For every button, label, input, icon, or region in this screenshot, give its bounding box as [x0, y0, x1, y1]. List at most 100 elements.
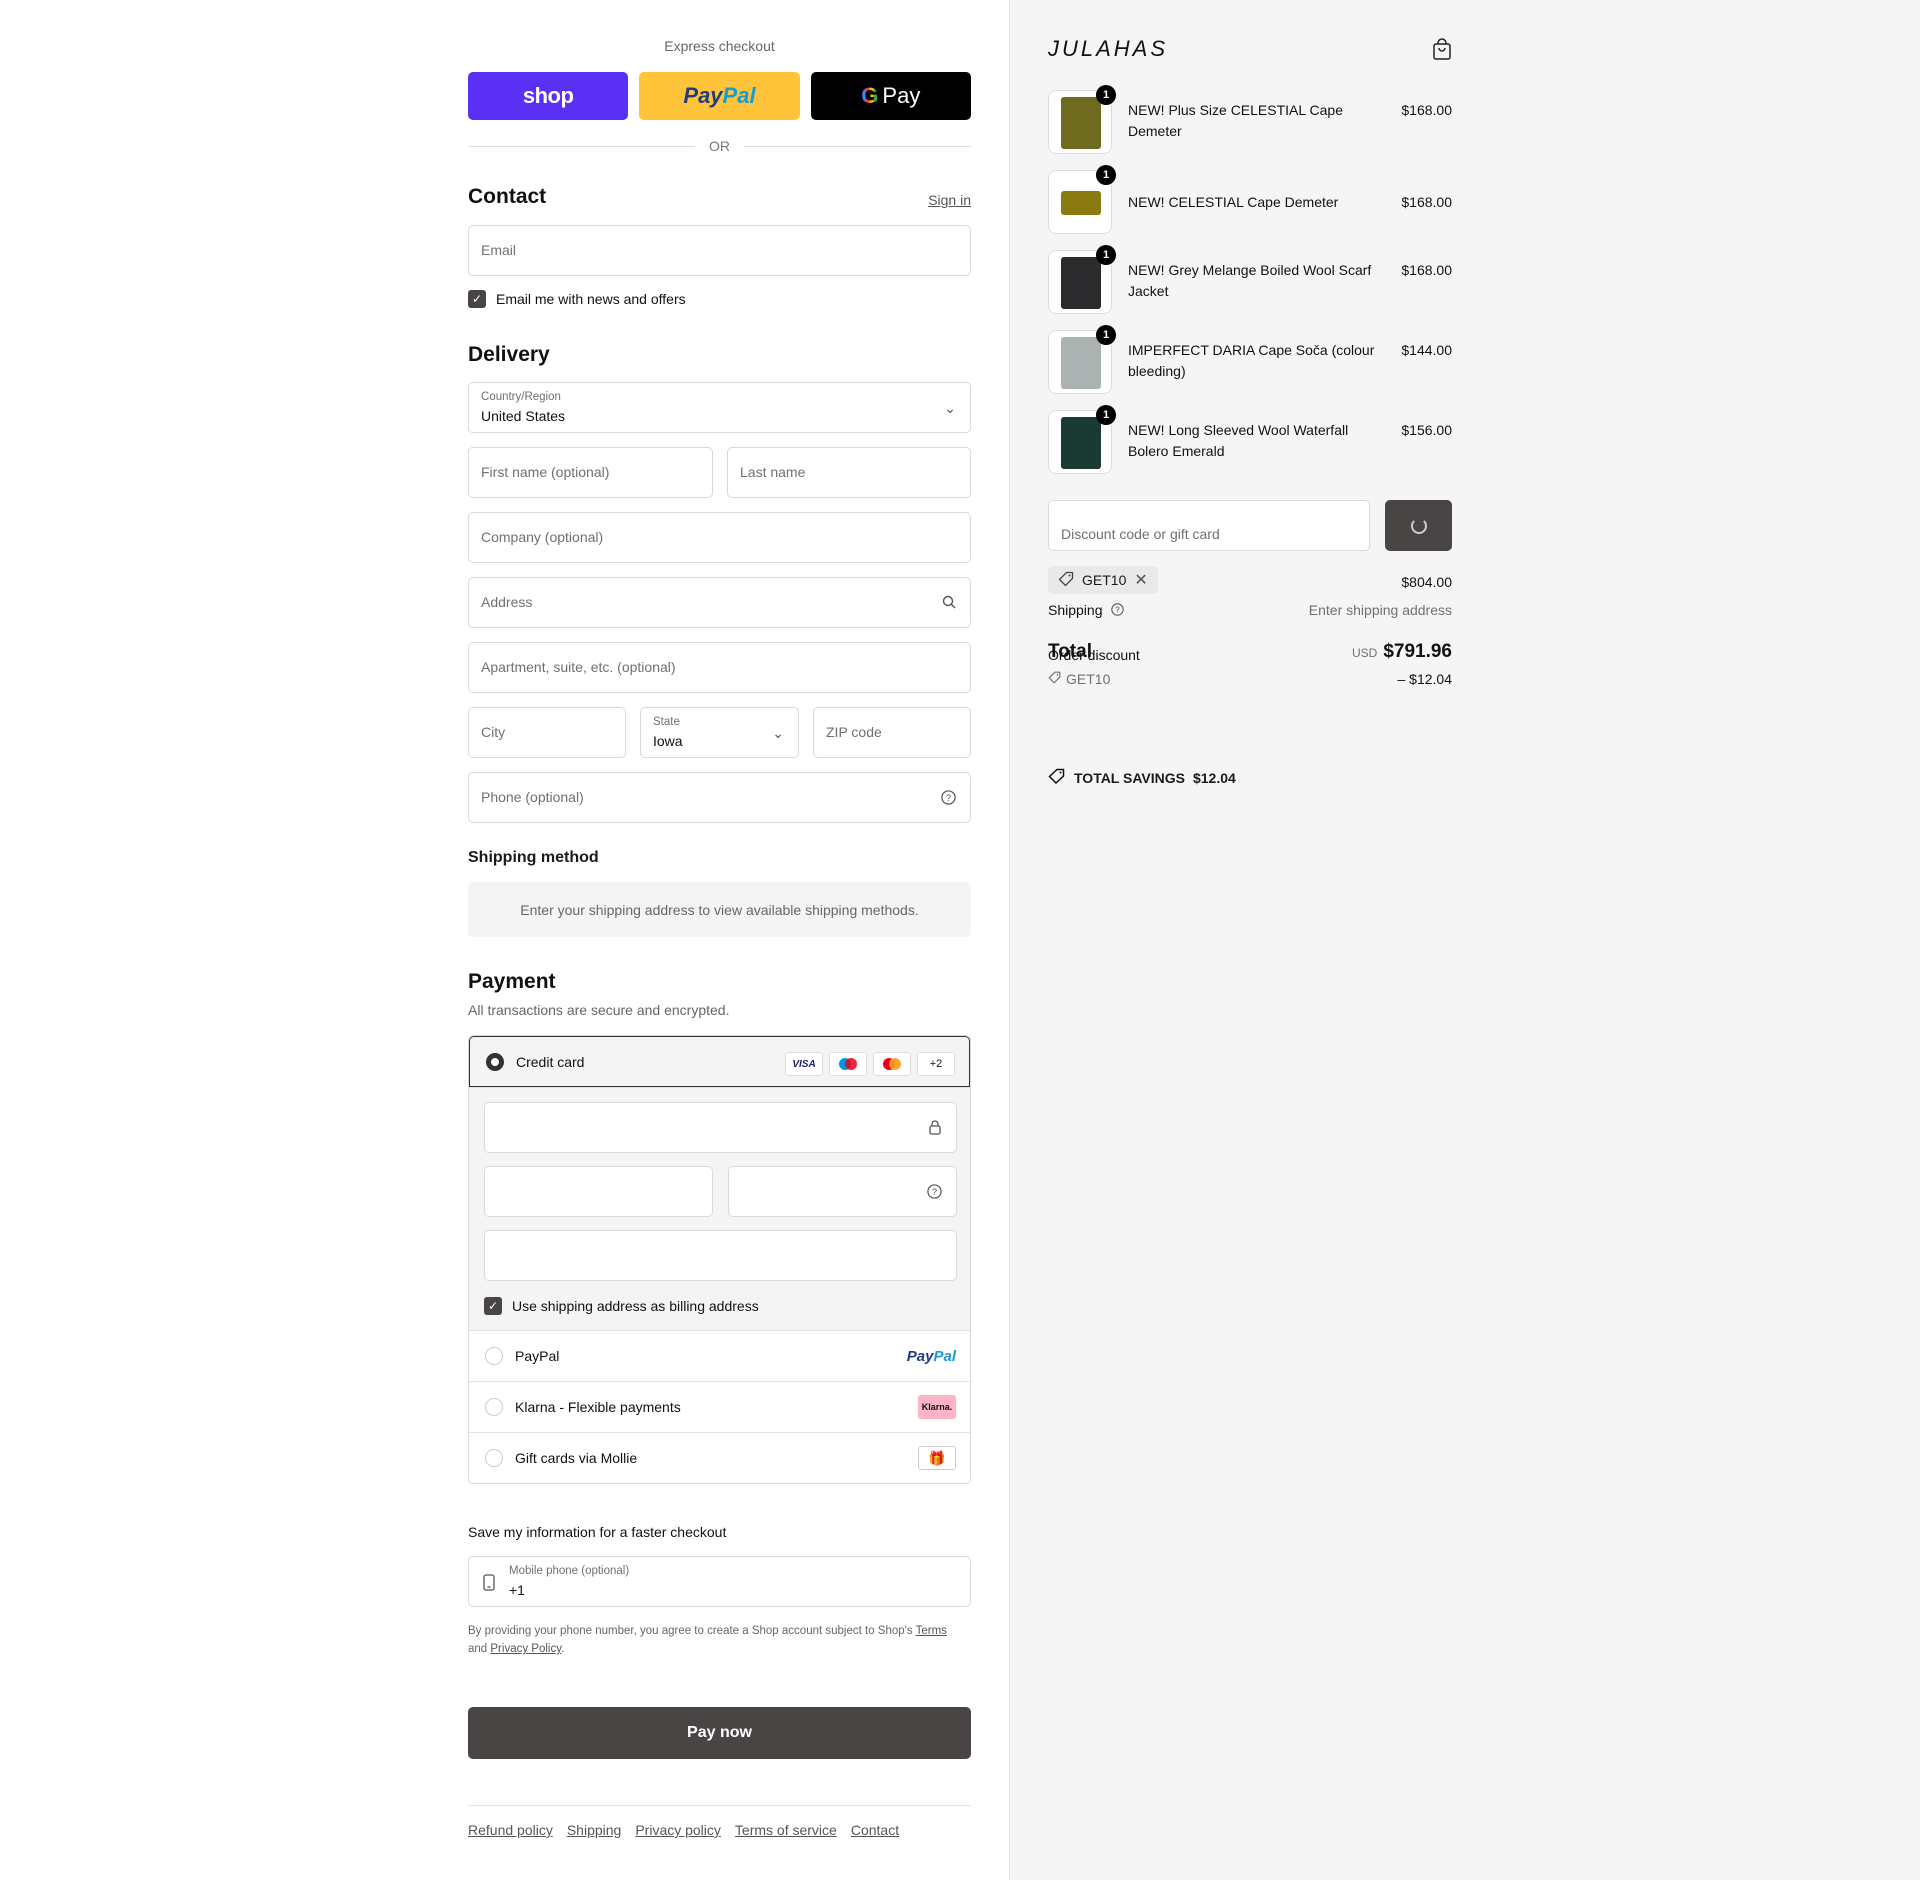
klarna-radio[interactable] — [485, 1398, 503, 1416]
shop-pay-label: shop — [522, 83, 574, 108]
privacy-policy-link[interactable]: Privacy Policy — [490, 1643, 561, 1655]
product-name: NEW! Long Sleeved Wool Waterfall Bolero … — [1128, 422, 1349, 459]
apartment-placeholder: Apartment, suite, etc. (optional) — [481, 659, 676, 675]
lock-icon — [928, 1119, 942, 1140]
remove-discount-close-icon[interactable]: ✕ — [1134, 570, 1147, 590]
pay-now-button[interactable]: Pay now — [468, 1707, 971, 1759]
divider-line-left — [468, 145, 695, 147]
klarna-logo: Klarna. — [918, 1395, 956, 1419]
divider-line-right — [744, 145, 971, 147]
security-code-field[interactable]: ? — [728, 1166, 957, 1217]
email-placeholder: Email — [481, 242, 517, 258]
billing-address-checkbox[interactable]: ✓ — [484, 1297, 502, 1315]
shipping-label: Shipping — [1048, 602, 1103, 618]
total-savings: TOTAL SAVINGS $12.04 — [1048, 768, 1236, 787]
product-price: $168.00 — [1401, 102, 1452, 118]
paypal-logo: PayPal — [907, 1348, 956, 1365]
card-number-field[interactable] — [484, 1102, 957, 1153]
address-field[interactable]: Address — [468, 577, 971, 628]
shipping-link[interactable]: Shipping — [567, 1822, 622, 1838]
terms-link[interactable]: Terms — [916, 1625, 947, 1637]
country-select[interactable]: Country/Region United States ⌄ — [468, 382, 971, 433]
phone-placeholder: Phone (optional) — [481, 789, 584, 805]
legal-text-a: By providing your phone number, you agre… — [468, 1625, 916, 1637]
order-discount-row: Order discount — [1048, 647, 1452, 663]
subtotal-value: $804.00 — [1401, 574, 1452, 590]
email-field[interactable]: Email — [468, 225, 971, 276]
payment-option-mollie[interactable]: Gift cards via Mollie 🎁 — [469, 1432, 970, 1483]
brand-logo[interactable]: JULAHAS — [1048, 36, 1168, 62]
product-image — [1061, 191, 1101, 215]
savings-value: $12.04 — [1192, 769, 1236, 786]
terms-of-service-link[interactable]: Terms of service — [735, 1822, 837, 1838]
mollie-radio[interactable] — [485, 1449, 503, 1467]
order-discount-code-row: GET10 – $12.04 — [1048, 671, 1452, 687]
contact-heading: Contact — [468, 185, 547, 208]
credit-card-label: Credit card — [516, 1053, 585, 1070]
quantity-badge: 1 — [1096, 405, 1116, 425]
refund-policy-link[interactable]: Refund policy — [468, 1822, 553, 1838]
express-checkout-buttons: shop Pay Pal G Pay — [468, 72, 971, 120]
delivery-heading: Delivery — [468, 343, 550, 366]
checkout-form-pane: Express checkout shop Pay Pal G Pay OR Con… — [0, 0, 1009, 1880]
news-offers-checkbox-row[interactable]: ✓ Email me with news and offers — [468, 290, 686, 308]
privacy-policy-footer-link[interactable]: Privacy policy — [635, 1822, 721, 1838]
shopping-bag-icon[interactable] — [1432, 38, 1452, 60]
contact-link[interactable]: Contact — [851, 1822, 899, 1838]
shipping-row: Shipping ? Enter shipping address — [1048, 602, 1452, 619]
sign-in-link[interactable]: Sign in — [928, 192, 971, 208]
visa-icon: VISA — [785, 1052, 823, 1076]
payment-option-klarna[interactable]: Klarna - Flexible payments Klarna. — [469, 1381, 970, 1432]
city-field[interactable]: City — [468, 707, 626, 758]
quantity-badge: 1 — [1096, 85, 1116, 105]
product-price: $144.00 — [1401, 342, 1452, 358]
credit-card-form: ? ✓ Use shipping address as billing addr… — [469, 1087, 970, 1330]
payment-option-credit-card[interactable]: Credit card VISA +2 — [469, 1036, 970, 1087]
mobile-phone-field[interactable]: Mobile phone (optional) +1 — [468, 1556, 971, 1607]
paypal-radio[interactable] — [485, 1347, 503, 1365]
payment-option-paypal[interactable]: PayPal PayPal — [469, 1330, 970, 1381]
news-offers-checkbox[interactable]: ✓ — [468, 290, 486, 308]
product-image — [1061, 337, 1101, 389]
mastercard-icon — [873, 1052, 911, 1076]
google-pay-button[interactable]: G Pay — [810, 72, 971, 120]
first-name-field[interactable]: First name (optional) — [468, 447, 713, 498]
credit-card-radio[interactable] — [486, 1052, 504, 1071]
checkout-form-column: Express checkout shop Pay Pal G Pay OR Con… — [468, 0, 971, 1880]
card-logos: VISA +2 — [785, 1052, 955, 1076]
name-on-card-field[interactable] — [484, 1230, 957, 1281]
phone-field[interactable]: Phone (optional) ? — [468, 772, 971, 823]
city-placeholder: City — [481, 724, 506, 740]
cart-item: 1 NEW! CELESTIAL Cape Demeter $168.00 — [1048, 165, 1452, 236]
company-field[interactable]: Company (optional) — [468, 512, 971, 563]
discount-code-input[interactable]: Discount code or gift card — [1048, 500, 1370, 551]
mobile-phone-value: +1 — [509, 1582, 525, 1598]
state-select[interactable]: State Iowa ⌄ — [640, 707, 799, 758]
help-circle-icon[interactable]: ? — [941, 790, 956, 808]
billing-address-checkbox-row[interactable]: ✓ Use shipping address as billing addres… — [484, 1297, 759, 1315]
applied-discount-tag: GET10 ✕ — [1048, 566, 1158, 594]
expiration-field[interactable] — [484, 1166, 713, 1217]
shop-pay-button[interactable]: shop — [468, 72, 629, 120]
paypal-express-button[interactable]: Pay Pal — [639, 72, 800, 120]
discount-code-placeholder: Discount code or gift card — [1061, 526, 1220, 542]
help-circle-icon[interactable]: ? — [1111, 603, 1125, 619]
mobile-phone-icon — [483, 1574, 495, 1596]
zip-placeholder: ZIP code — [826, 724, 882, 740]
help-circle-icon[interactable]: ? — [927, 1184, 942, 1204]
zip-field[interactable]: ZIP code — [813, 707, 971, 758]
product-thumbnail: 1 — [1048, 405, 1116, 474]
shop-legal-text: By providing your phone number, you agre… — [468, 1622, 971, 1658]
save-info-heading: Save my information for a faster checkou… — [468, 1524, 727, 1540]
billing-address-label: Use shipping address as billing address — [512, 1298, 759, 1314]
apply-discount-button[interactable] — [1385, 500, 1452, 551]
address-placeholder: Address — [481, 594, 533, 610]
footer-links: Refund policy Shipping Privacy policy Te… — [468, 1805, 971, 1838]
quantity-badge: 1 — [1096, 165, 1116, 185]
payment-heading: Payment — [468, 970, 556, 993]
product-thumbnail: 1 — [1048, 245, 1116, 314]
apartment-field[interactable]: Apartment, suite, etc. (optional) — [468, 642, 971, 693]
last-name-field[interactable]: Last name — [727, 447, 971, 498]
product-name: IMPERFECT DARIA Cape Soča (colour bleedi… — [1128, 342, 1375, 379]
state-label: State — [653, 716, 680, 728]
